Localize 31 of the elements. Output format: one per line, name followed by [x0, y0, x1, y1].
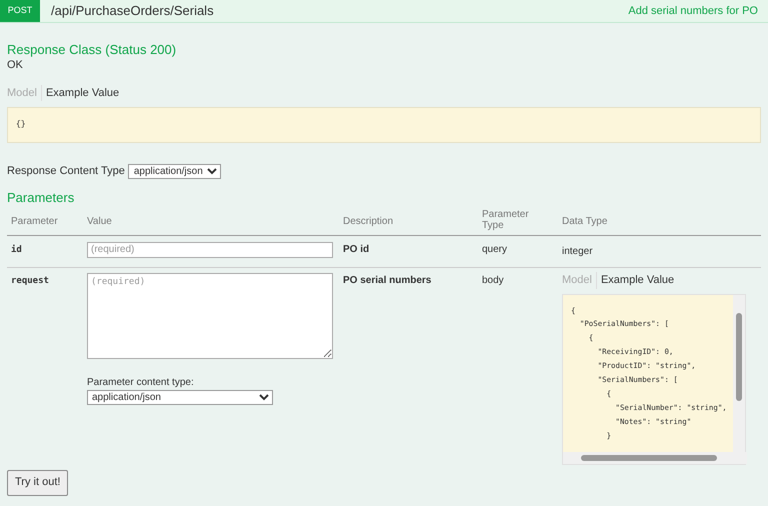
- model-tab[interactable]: Example Value: [596, 272, 674, 289]
- vertical-scrollbar[interactable]: [733, 294, 745, 452]
- column-header: Value: [87, 216, 112, 226]
- response-message: OK: [7, 58, 24, 73]
- parameter-type: query: [482, 244, 508, 254]
- endpoint-header[interactable]: POST /api/PurchaseOrders/Serials Add serial numbers for PO: [0, 0, 768, 23]
- content-type-label: Parameter content type:: [87, 376, 195, 390]
- model-tab[interactable]: Example Value: [40, 84, 120, 102]
- parameter-content-type-select[interactable]: application/json: [87, 390, 273, 404]
- method-badge: POST: [0, 0, 40, 22]
- column-header: Parameter: [11, 216, 58, 226]
- horizontal-scrollbar[interactable]: [563, 452, 747, 464]
- example-code: {}: [16, 119, 26, 131]
- value-field[interactable]: (required): [87, 242, 333, 258]
- parameter-type: body: [482, 274, 504, 286]
- try-it-out-button[interactable]: Try it out!: [7, 470, 68, 496]
- parameter-name: request: [11, 276, 49, 286]
- parameter-description: PO serial numbers: [343, 274, 432, 286]
- request-body-field[interactable]: (required): [87, 272, 333, 358]
- data-type: integer: [562, 244, 593, 258]
- endpoint-summary: Add serial numbers for PO: [628, 4, 758, 19]
- content-type-select[interactable]: application/json: [128, 164, 221, 179]
- section-title: Response Class (Status 200): [7, 42, 178, 58]
- endpoint-path[interactable]: /api/PurchaseOrders/Serials: [51, 1, 214, 21]
- column-header: Description: [343, 216, 394, 226]
- content-type-label: Response Content Type: [7, 164, 125, 179]
- column-header: Parameter Type: [482, 209, 530, 231]
- column-header: Data Type: [562, 216, 608, 226]
- section-title: Parameters: [7, 190, 76, 206]
- parameter-description: PO id: [343, 244, 370, 254]
- parameter-name: id: [11, 244, 22, 254]
